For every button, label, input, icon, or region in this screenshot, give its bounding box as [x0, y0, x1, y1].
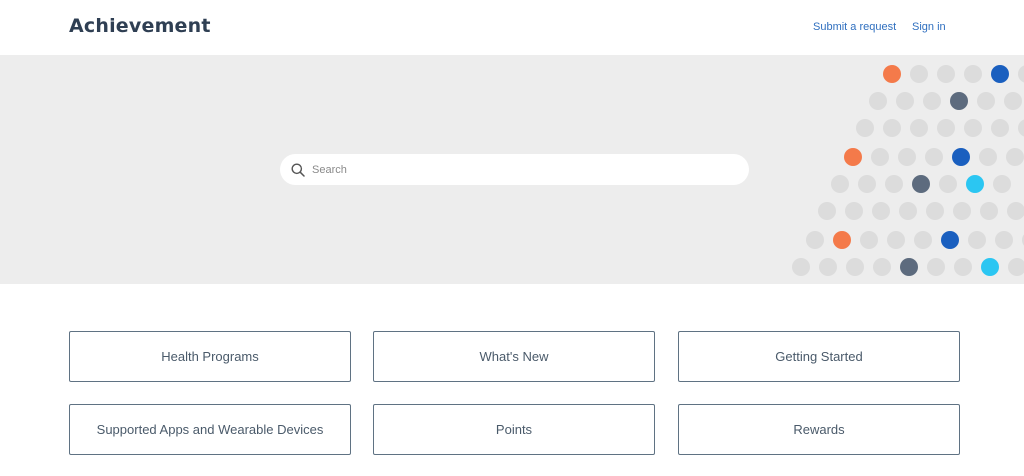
decorative-dot	[1008, 258, 1024, 276]
decorative-dot	[977, 92, 995, 110]
decorative-dot	[968, 231, 986, 249]
submit-request-link[interactable]: Submit a request	[813, 21, 896, 33]
decorative-dot	[937, 119, 955, 137]
sign-in-link[interactable]: Sign in	[912, 21, 946, 33]
decorative-dot	[995, 231, 1013, 249]
decorative-dot	[937, 65, 955, 83]
decorative-dot	[871, 148, 889, 166]
decorative-dot	[980, 202, 998, 220]
site-header: Achievement Submit a request Sign in	[0, 0, 1024, 55]
category-rewards[interactable]: Rewards	[678, 404, 960, 455]
decorative-dot	[954, 258, 972, 276]
decorative-dot	[993, 175, 1011, 193]
decorative-dot	[856, 119, 874, 137]
decorative-dot	[900, 258, 918, 276]
decorative-dot	[846, 258, 864, 276]
decorative-dot	[818, 202, 836, 220]
decorative-dot	[991, 119, 1009, 137]
decorative-dot	[925, 148, 943, 166]
decorative-dot	[896, 92, 914, 110]
decorative-dot	[792, 258, 810, 276]
decorative-dot	[1018, 119, 1024, 137]
category-whats-new[interactable]: What's New	[373, 331, 655, 382]
category-grid: Health Programs What's New Getting Start…	[0, 284, 1024, 476]
decorative-dot	[1004, 92, 1022, 110]
decorative-dot	[883, 65, 901, 83]
decorative-dot	[910, 65, 928, 83]
decorative-dot	[858, 175, 876, 193]
category-supported-apps[interactable]: Supported Apps and Wearable Devices	[69, 404, 351, 455]
decorative-dot	[966, 175, 984, 193]
decorative-dot	[845, 202, 863, 220]
decorative-dot	[869, 92, 887, 110]
search-input[interactable]	[312, 163, 732, 176]
hero-banner	[0, 55, 1024, 284]
decorative-dot	[1006, 148, 1024, 166]
decorative-dot	[899, 202, 917, 220]
decorative-dot	[883, 119, 901, 137]
category-health-programs[interactable]: Health Programs	[69, 331, 351, 382]
decorative-dot	[885, 175, 903, 193]
decorative-dot	[927, 258, 945, 276]
logo[interactable]: Achievement	[69, 15, 211, 37]
decorative-dot	[819, 258, 837, 276]
decorative-dot	[887, 231, 905, 249]
decorative-dot	[872, 202, 890, 220]
decorative-dot	[860, 231, 878, 249]
decorative-dot	[979, 148, 997, 166]
decorative-dot	[844, 148, 862, 166]
decorative-dot	[964, 65, 982, 83]
search-bar[interactable]	[280, 154, 749, 185]
decorative-dot	[1007, 202, 1024, 220]
category-getting-started[interactable]: Getting Started	[678, 331, 960, 382]
decorative-dot	[831, 175, 849, 193]
decorative-dot	[950, 92, 968, 110]
decorative-dot	[926, 202, 944, 220]
decorative-dot	[873, 258, 891, 276]
decorative-dot	[1018, 65, 1024, 83]
decorative-dot	[923, 92, 941, 110]
category-points[interactable]: Points	[373, 404, 655, 455]
decorative-dot	[914, 231, 932, 249]
decorative-dot	[833, 231, 851, 249]
decorative-dot	[953, 202, 971, 220]
decorative-dot	[941, 231, 959, 249]
decorative-dot	[939, 175, 957, 193]
decorative-dot	[952, 148, 970, 166]
decorative-dot	[981, 258, 999, 276]
decorative-dot	[806, 231, 824, 249]
decorative-dot	[910, 119, 928, 137]
decorative-dot	[991, 65, 1009, 83]
search-icon	[291, 163, 305, 177]
decorative-dot	[898, 148, 916, 166]
decorative-dot	[964, 119, 982, 137]
decorative-dot	[912, 175, 930, 193]
